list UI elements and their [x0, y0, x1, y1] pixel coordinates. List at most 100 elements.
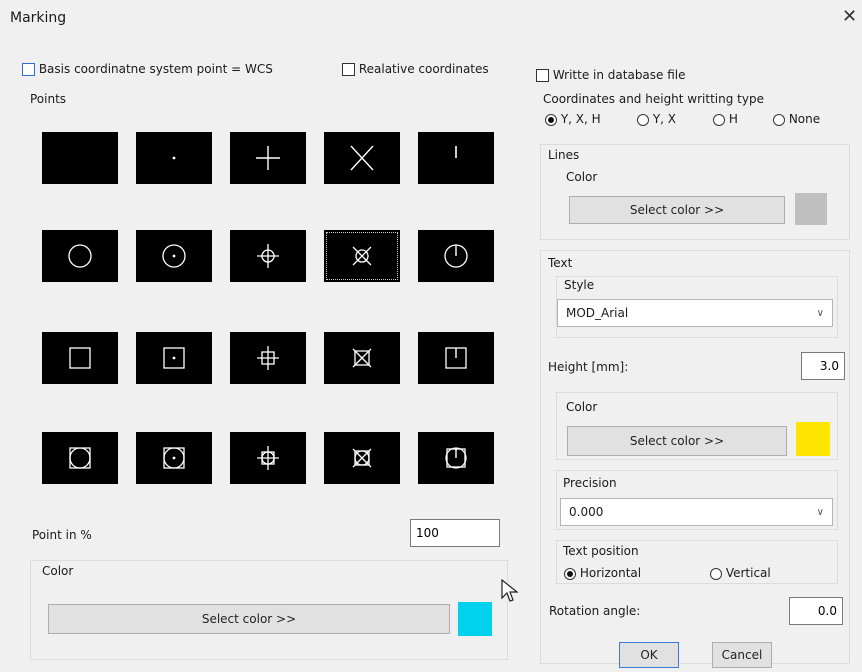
- coord-type-h-radio[interactable]: [713, 113, 725, 126]
- text-style-value: MOD_Arial: [566, 306, 629, 320]
- rotation-angle-input[interactable]: [789, 597, 843, 625]
- circle-square-point-icon: [69, 447, 91, 469]
- write-database-checkbox-box[interactable]: [536, 69, 549, 82]
- square-point-tile[interactable]: [42, 332, 118, 384]
- coord-type-yx-radio[interactable]: [637, 113, 649, 126]
- circle-square-dot-point-tile[interactable]: [136, 432, 212, 484]
- circle-cross-point-icon: [352, 246, 372, 266]
- circle-plus-point-icon: [257, 244, 279, 268]
- text-label: Text: [548, 256, 573, 270]
- rotation-angle-label: Rotation angle:: [549, 604, 641, 618]
- square-tick-point-icon: [445, 347, 467, 369]
- square-tick-point-tile[interactable]: [418, 332, 494, 384]
- text-position-vertical[interactable]: Vertical: [710, 566, 771, 580]
- square-plus-point-tile[interactable]: [230, 332, 306, 384]
- circle-square-tick-point-icon: [445, 447, 467, 469]
- close-icon[interactable]: ✕: [842, 6, 857, 27]
- chevron-down-icon: ∨: [816, 506, 824, 518]
- square-dot-point-icon: [163, 347, 185, 369]
- square-plus-point-icon: [257, 346, 279, 370]
- text-position-horizontal-label: Horizontal: [579, 566, 642, 580]
- lines-select-color-button[interactable]: Select color >>: [569, 196, 785, 224]
- circle-dot-point-tile[interactable]: [136, 230, 212, 282]
- window-title: Marking: [10, 10, 67, 26]
- text-position-vertical-label: Vertical: [725, 566, 771, 580]
- coord-type-option-yx[interactable]: Y, X: [637, 112, 676, 126]
- circle-plus-point-tile[interactable]: [230, 230, 306, 282]
- blank-point-icon: [58, 138, 102, 178]
- square-cross-point-icon: [352, 348, 372, 368]
- tick-point-tile[interactable]: [418, 132, 494, 184]
- circle-square-dot-point-icon: [163, 447, 185, 469]
- coord-type-option-yxh[interactable]: Y, X, H: [545, 112, 601, 126]
- lines-color-label: Color: [566, 170, 598, 184]
- coord-type-option-none[interactable]: None: [773, 112, 820, 126]
- lines-label: Lines: [548, 148, 580, 162]
- precision-label: Precision: [563, 476, 617, 490]
- plus-point-icon: [256, 146, 280, 170]
- text-color-label: Color: [566, 400, 598, 414]
- precision-value: 0.000: [569, 505, 604, 519]
- circle-dot-point-icon: [162, 244, 186, 268]
- coord-type-option-h[interactable]: H: [713, 112, 738, 126]
- text-position-label: Text position: [563, 544, 639, 558]
- write-database-label: Writte in database file: [552, 68, 686, 82]
- ok-button[interactable]: OK: [619, 642, 679, 668]
- coord-type-none-label: None: [788, 112, 821, 126]
- text-style-label: Style: [564, 278, 595, 292]
- cross-point-icon: [350, 145, 374, 171]
- mouse-pointer-icon: [501, 578, 519, 602]
- relative-coordinates-label: Realative coordinates: [358, 62, 489, 76]
- basis-wcs-checkbox[interactable]: Basis coordinatne system point = WCS: [22, 62, 273, 76]
- coord-type-h-label: H: [728, 112, 738, 126]
- relative-coordinates-checkbox[interactable]: Realative coordinates: [342, 62, 489, 76]
- square-cross-point-tile[interactable]: [324, 332, 400, 384]
- text-select-color-button[interactable]: Select color >>: [567, 426, 787, 456]
- circle-point-icon: [68, 244, 92, 268]
- plus-point-tile[interactable]: [230, 132, 306, 184]
- coord-type-yx-label: Y, X: [652, 112, 677, 126]
- point-percent-input[interactable]: [410, 519, 500, 547]
- write-database-checkbox[interactable]: Writte in database file: [536, 68, 686, 82]
- points-label: Points: [30, 92, 67, 106]
- points-select-color-button[interactable]: Select color >>: [48, 604, 450, 634]
- points-color-label: Color: [42, 564, 74, 578]
- text-height-input[interactable]: [801, 352, 845, 380]
- relative-coordinates-checkbox-box[interactable]: [342, 63, 355, 76]
- lines-color-swatch[interactable]: [795, 193, 827, 225]
- circle-square-point-tile[interactable]: [42, 432, 118, 484]
- circle-cross-point-tile[interactable]: [324, 230, 400, 282]
- point-percent-label: Point in %: [32, 528, 92, 542]
- dot-point-tile[interactable]: [136, 132, 212, 184]
- chevron-down-icon: ∨: [816, 307, 824, 319]
- square-dot-point-tile[interactable]: [136, 332, 212, 384]
- coord-type-yxh-radio[interactable]: [545, 113, 557, 126]
- blank-point-tile[interactable]: [42, 132, 118, 184]
- text-position-horizontal[interactable]: Horizontal: [564, 566, 641, 580]
- text-style-select[interactable]: MOD_Arial ∨: [557, 299, 833, 327]
- point-style-grid: [42, 132, 494, 492]
- coord-type-none-radio[interactable]: [773, 113, 785, 126]
- text-position-vertical-radio[interactable]: [710, 567, 722, 580]
- dot-point-icon: [172, 156, 176, 160]
- circle-square-cross-point-icon: [352, 448, 372, 468]
- circle-square-plus-point-icon: [257, 446, 279, 470]
- circle-tick-point-tile[interactable]: [418, 230, 494, 282]
- cancel-button[interactable]: Cancel: [712, 642, 772, 668]
- cross-point-tile[interactable]: [324, 132, 400, 184]
- coord-type-yxh-label: Y, X, H: [560, 112, 601, 126]
- square-point-icon: [69, 347, 91, 369]
- circle-point-tile[interactable]: [42, 230, 118, 282]
- text-position-horizontal-radio[interactable]: [564, 567, 576, 580]
- coord-type-label: Coordinates and height writting type: [543, 92, 764, 106]
- text-height-label: Height [mm]:: [548, 360, 629, 374]
- circle-square-plus-point-tile[interactable]: [230, 432, 306, 484]
- tick-point-icon: [455, 146, 457, 158]
- lines-group: [540, 144, 850, 240]
- circle-square-tick-point-tile[interactable]: [418, 432, 494, 484]
- basis-wcs-checkbox-box[interactable]: [22, 63, 35, 76]
- text-color-swatch[interactable]: [796, 422, 830, 456]
- precision-select[interactable]: 0.000 ∨: [560, 498, 833, 526]
- points-color-swatch[interactable]: [458, 602, 492, 636]
- circle-square-cross-point-tile[interactable]: [324, 432, 400, 484]
